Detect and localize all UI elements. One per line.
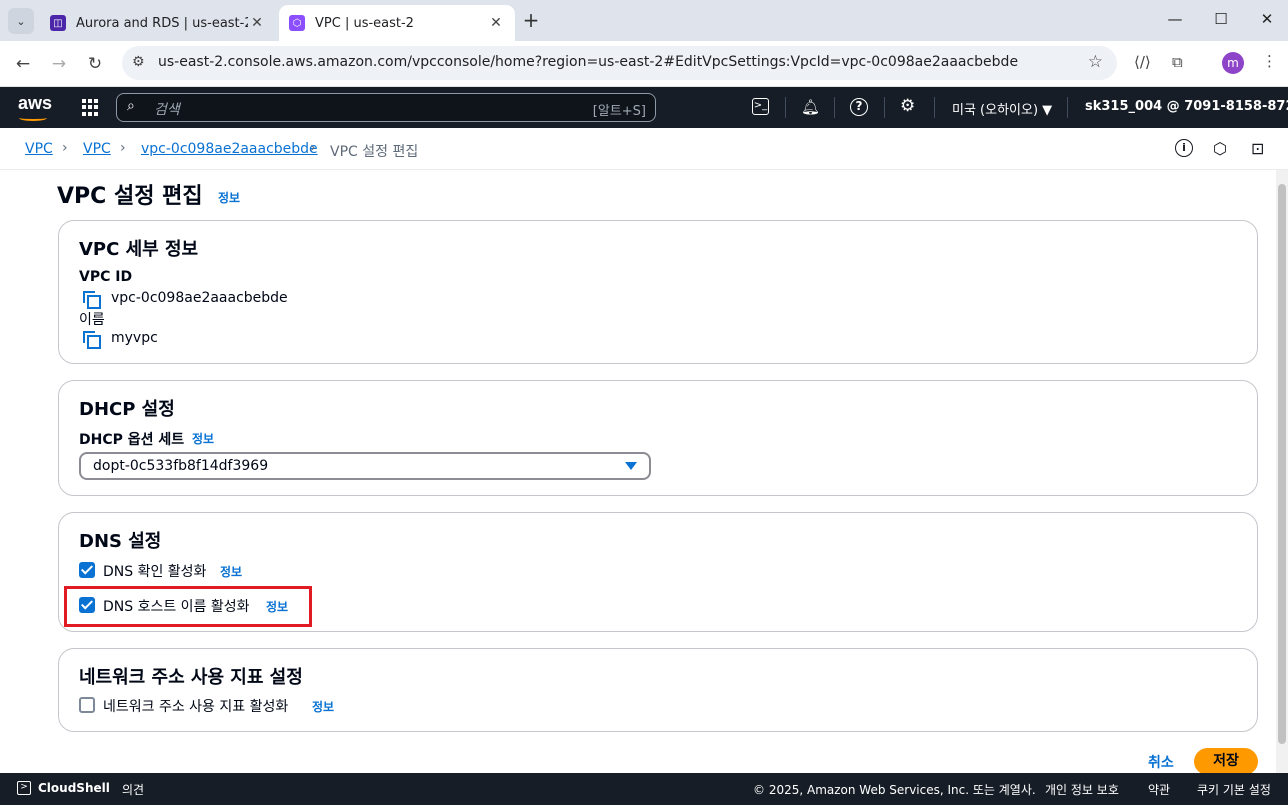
new-tab-button[interactable]: + xyxy=(520,10,542,32)
info-circle-icon[interactable]: i xyxy=(1175,139,1193,157)
forward-button[interactable]: → xyxy=(48,53,70,75)
dns-resolution-label[interactable]: DNS 확인 활성화 xyxy=(103,561,206,581)
chevron-right-icon: › xyxy=(62,140,68,156)
shield-icon[interactable]: ⬡ xyxy=(1213,139,1227,158)
search-shortcut: [알트+S] xyxy=(592,104,646,119)
copyright-text: © 2025, Amazon Web Services, Inc. 또는 계열사… xyxy=(753,783,1036,797)
vpc-icon: ⬡ xyxy=(289,15,305,31)
region-selector[interactable]: 미국 (오하이오) ▼ xyxy=(952,99,1052,118)
search-input[interactable]: ⌕ 검색 [알트+S] xyxy=(116,93,656,122)
copy-icon[interactable] xyxy=(83,331,101,349)
tab-search-button[interactable]: ⌄ xyxy=(8,8,34,34)
cancel-button[interactable]: 취소 xyxy=(1148,752,1174,772)
breadcrumb-vpc-id[interactable]: vpc-0c098ae2aaacbebde xyxy=(141,141,318,157)
extension-icon[interactable]: ⟨/⟩ xyxy=(1134,53,1151,71)
aws-logo[interactable]: aws xyxy=(18,93,52,114)
scrollbar-thumb[interactable] xyxy=(1278,184,1286,744)
services-grid-icon[interactable] xyxy=(82,99,99,116)
page-scrollbar[interactable] xyxy=(1276,170,1288,773)
dns-resolution-info-link[interactable]: 정보 xyxy=(220,563,242,580)
caret-down-icon xyxy=(625,462,637,470)
search-placeholder: 검색 xyxy=(154,102,180,118)
browser-toolbar: ← → ↻ ⚙ us-east-2.console.aws.amazon.com… xyxy=(0,41,1288,87)
bell-icon[interactable]: 🔔︎ xyxy=(801,98,820,116)
account-menu[interactable]: sk315_004 @ 7091-8158-8723 ▼ xyxy=(1085,99,1288,114)
extensions-puzzle-icon[interactable]: ⧉ xyxy=(1172,53,1183,71)
search-icon: ⌕ xyxy=(127,98,135,114)
vpc-id-value: vpc-0c098ae2aaacbebde xyxy=(111,290,288,306)
name-value: myvpc xyxy=(111,330,158,346)
site-settings-icon[interactable]: ⚙ xyxy=(132,54,145,70)
rds-icon: ◫ xyxy=(50,15,66,31)
dhcp-heading: DHCP 설정 xyxy=(79,399,175,420)
dns-resolution-checkbox[interactable] xyxy=(79,562,95,578)
dhcp-info-link[interactable]: 정보 xyxy=(192,430,214,447)
dhcp-option-set-label: DHCP 옵션 세트 xyxy=(79,432,185,448)
network-metrics-label[interactable]: 네트워크 주소 사용 지표 활성화 xyxy=(103,696,288,716)
close-icon[interactable]: ✕ xyxy=(248,15,266,31)
browser-menu-icon[interactable]: ⋮ xyxy=(1262,52,1277,70)
window-close-button[interactable]: ✕ xyxy=(1244,10,1288,28)
terms-link[interactable]: 약관 xyxy=(1148,781,1170,798)
privacy-link[interactable]: 개인 정보 보호 xyxy=(1045,781,1119,798)
aws-smile-logo-icon xyxy=(19,115,47,121)
chevron-down-icon: ⌄ xyxy=(16,14,26,28)
breadcrumb-current: VPC 설정 편집 xyxy=(330,144,419,160)
copy-icon[interactable] xyxy=(83,291,101,309)
dns-heading: DNS 설정 xyxy=(79,531,162,552)
browser-tab-strip: ⌄ ◫ Aurora and RDS | us-east-2 ✕ ⬡ VPC |… xyxy=(0,0,1288,41)
page-info-link[interactable]: 정보 xyxy=(218,189,240,206)
address-bar[interactable]: ⚙ us-east-2.console.aws.amazon.com/vpcco… xyxy=(122,46,1117,80)
cookie-preferences-link[interactable]: 쿠키 기본 설정 xyxy=(1197,781,1271,798)
feedback-link[interactable]: 의견 xyxy=(122,781,144,798)
network-metrics-info-link[interactable]: 정보 xyxy=(312,698,334,715)
aws-footer: > CloudShell 의견 © 2025, Amazon Web Servi… xyxy=(0,773,1288,805)
feedback-screen-icon[interactable]: ⊡ xyxy=(1251,139,1264,158)
vpc-details-panel: VPC 세부 정보 VPC ID vpc-0c098ae2aaacbebde 이… xyxy=(58,220,1258,364)
breadcrumb-vpc-root[interactable]: VPC xyxy=(25,141,53,157)
minimize-button[interactable]: — xyxy=(1152,10,1198,28)
tab-title: Aurora and RDS | us-east-2 xyxy=(76,15,248,31)
tab-title: VPC | us-east-2 xyxy=(315,15,414,31)
close-icon[interactable]: ✕ xyxy=(487,15,505,31)
network-metrics-heading: 네트워크 주소 사용 지표 설정 xyxy=(79,667,303,688)
browser-tab-vpc[interactable]: ⬡ VPC | us-east-2 ✕ xyxy=(279,5,515,41)
highlight-box xyxy=(64,586,312,627)
aws-top-nav: aws ⌕ 검색 [알트+S] >_ 🔔︎ ? ⚙ 미국 (오하이오) ▼ sk… xyxy=(0,87,1288,128)
chevron-right-icon: › xyxy=(120,140,126,156)
maximize-button[interactable]: ☐ xyxy=(1198,10,1244,28)
browser-tab-rds[interactable]: ◫ Aurora and RDS | us-east-2 ✕ xyxy=(40,5,276,41)
breadcrumb: VPC › VPC › vpc-0c098ae2aaacbebde › VPC … xyxy=(0,128,1288,170)
breadcrumb-vpcs[interactable]: VPC xyxy=(83,141,111,157)
gear-icon[interactable]: ⚙ xyxy=(900,96,915,116)
cloudshell-icon[interactable]: > xyxy=(17,781,31,795)
help-icon[interactable]: ? xyxy=(850,98,868,116)
bookmark-star-icon[interactable]: ☆ xyxy=(1088,52,1103,72)
dhcp-selected-value: dopt-0c533fb8f14df3969 xyxy=(93,458,269,474)
profile-avatar[interactable]: m xyxy=(1222,52,1244,74)
cloudshell-icon[interactable]: >_ xyxy=(752,98,769,115)
network-metrics-panel: 네트워크 주소 사용 지표 설정 네트워크 주소 사용 지표 활성화 정보 xyxy=(58,648,1258,732)
dhcp-option-set-select[interactable]: dopt-0c533fb8f14df3969 xyxy=(79,452,651,480)
save-button[interactable]: 저장 xyxy=(1194,748,1258,775)
url-text[interactable]: us-east-2.console.aws.amazon.com/vpccons… xyxy=(158,54,1018,70)
network-metrics-checkbox[interactable] xyxy=(79,697,95,713)
chevron-right-icon: › xyxy=(310,140,316,156)
cloudshell-link[interactable]: CloudShell xyxy=(38,781,110,795)
reload-button[interactable]: ↻ xyxy=(84,53,106,75)
back-button[interactable]: ← xyxy=(12,53,34,75)
dhcp-settings-panel: DHCP 설정 DHCP 옵션 세트 정보 dopt-0c533fb8f14df… xyxy=(58,380,1258,496)
vpc-id-label: VPC ID xyxy=(79,269,133,285)
vpc-details-heading: VPC 세부 정보 xyxy=(79,239,199,260)
page-title: VPC 설정 편집 xyxy=(57,184,203,209)
name-label: 이름 xyxy=(79,312,105,328)
